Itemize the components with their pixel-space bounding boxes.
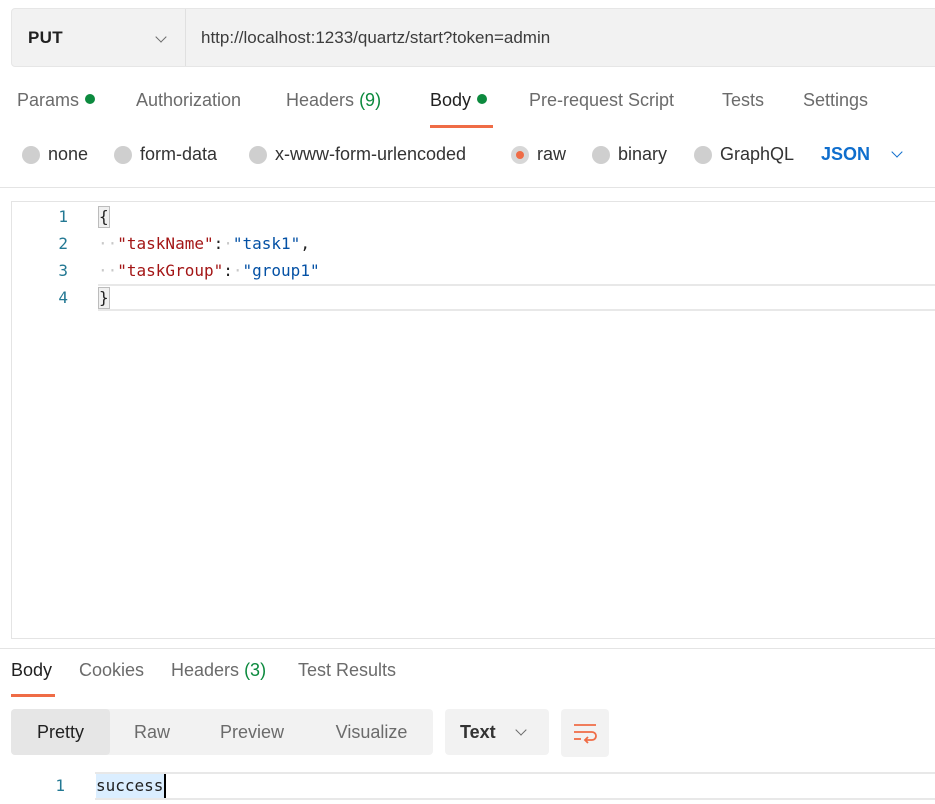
view-visualize-button[interactable]: Visualize <box>310 709 433 755</box>
radio-binary-label: binary <box>618 144 668 164</box>
tab-tests-label: Tests <box>722 90 765 110</box>
language-label: JSON <box>821 144 871 164</box>
radio-form-data[interactable]: form-data <box>114 144 217 165</box>
chevron-down-icon <box>155 31 167 43</box>
params-status-dot <box>85 94 96 104</box>
open-brace: { <box>98 206 110 228</box>
request-bar: PUT http://localhost:1233/quartz/start?t… <box>11 8 935 67</box>
response-tab-cookies-label: Cookies <box>79 660 145 680</box>
view-pretty-button[interactable]: Pretty <box>11 709 110 755</box>
line-number: 1 <box>55 776 65 795</box>
line-code: ··"taskName":·"task1", <box>98 234 310 253</box>
radio-urlencoded-label: x-www-form-urlencoded <box>275 144 467 164</box>
active-tab-underline <box>11 694 55 697</box>
tab-settings-label: Settings <box>803 90 869 110</box>
line-number: 4 <box>58 288 68 307</box>
response-text: success <box>96 774 167 798</box>
radio-none-label: none <box>48 144 89 164</box>
language-select[interactable]: JSON <box>821 144 903 165</box>
tab-tests[interactable]: Tests <box>722 90 764 128</box>
radio-graphql-label: GraphQL <box>720 144 795 164</box>
tab-headers-label: Headers <box>286 90 355 110</box>
radio-raw[interactable]: raw <box>511 144 566 165</box>
radio-raw-label: raw <box>537 144 567 164</box>
json-colon: : <box>223 261 233 280</box>
wrap-lines-icon <box>574 724 597 744</box>
tab-body[interactable]: Body <box>430 90 493 128</box>
radio-circle-icon <box>249 145 267 164</box>
response-tab-test-results-label: Test Results <box>298 660 397 680</box>
json-key: "taskName" <box>117 234 214 253</box>
radio-graphql[interactable]: GraphQL <box>694 144 794 165</box>
section-divider <box>0 648 935 649</box>
chevron-down-icon <box>515 724 527 736</box>
section-divider <box>0 187 935 188</box>
radio-circle-icon <box>114 145 132 164</box>
radio-form-data-label: form-data <box>140 144 218 164</box>
radio-selected-icon <box>511 145 529 164</box>
json-value: "group1" <box>242 261 320 280</box>
method-select[interactable]: PUT <box>12 9 186 66</box>
chevron-down-icon <box>891 146 903 158</box>
editor-line-current: 4 } <box>12 284 935 311</box>
editor-line: 2 ··"taskName":·"task1", <box>12 230 935 257</box>
editor-line: 3 ··"taskGroup":·"group1" <box>12 257 935 284</box>
response-tab-cookies[interactable]: Cookies <box>79 660 144 697</box>
tab-prerequest-label: Pre-request Script <box>529 90 675 110</box>
response-tab-headers-label: Headers <box>171 660 240 680</box>
response-headers-count: (3) <box>244 660 267 680</box>
line-number: 3 <box>58 261 68 280</box>
method-label: PUT <box>28 27 63 47</box>
response-view-segmented: Pretty Raw Preview Visualize <box>11 709 433 755</box>
radio-binary[interactable]: binary <box>592 144 667 165</box>
radio-circle-icon <box>592 145 610 164</box>
current-line-highlight <box>98 284 935 311</box>
tab-body-label: Body <box>430 90 472 110</box>
radio-circle-icon <box>22 145 40 164</box>
active-tab-underline <box>430 125 493 128</box>
json-key: "taskGroup" <box>117 261 224 280</box>
response-body-editor[interactable]: 1 success <box>0 772 935 800</box>
headers-count: (9) <box>359 90 382 110</box>
radio-none[interactable]: none <box>22 144 88 165</box>
current-line-highlight <box>95 772 935 800</box>
request-body-editor[interactable]: 1 { 2 ··"taskName":·"task1", 3 ··"taskGr… <box>11 201 935 639</box>
editor-line: 1 { <box>12 203 935 230</box>
json-comma: , <box>300 234 310 253</box>
response-format-select[interactable]: Text <box>445 709 549 755</box>
json-value: "task1" <box>232 234 301 253</box>
line-number: 2 <box>58 234 68 253</box>
response-tab-test-results[interactable]: Test Results <box>298 660 396 697</box>
response-tab-body-label: Body <box>11 660 53 680</box>
radio-urlencoded[interactable]: x-www-form-urlencoded <box>249 144 466 165</box>
line-number: 1 <box>58 207 68 226</box>
tab-settings[interactable]: Settings <box>803 90 868 128</box>
wrap-lines-button[interactable] <box>561 709 609 757</box>
line-code: ··"taskGroup":·"group1" <box>98 261 320 280</box>
close-brace: } <box>98 287 110 309</box>
line-code: { <box>98 203 110 230</box>
response-tab-body[interactable]: Body <box>11 660 55 697</box>
response-tab-headers[interactable]: Headers (3) <box>171 660 266 697</box>
line-code: } <box>98 284 110 311</box>
tab-params-label: Params <box>17 90 80 110</box>
body-status-dot <box>477 94 488 104</box>
json-colon: : <box>213 234 224 253</box>
tab-authorization-label: Authorization <box>136 90 242 110</box>
tab-authorization[interactable]: Authorization <box>136 90 241 128</box>
view-preview-button[interactable]: Preview <box>194 709 310 755</box>
url-input[interactable]: http://localhost:1233/quartz/start?token… <box>186 9 935 66</box>
tab-headers[interactable]: Headers (9) <box>286 90 381 128</box>
tab-prerequest-script[interactable]: Pre-request Script <box>529 90 674 128</box>
view-raw-button[interactable]: Raw <box>110 709 194 755</box>
tab-params[interactable]: Params <box>17 90 96 128</box>
radio-circle-icon <box>694 145 712 164</box>
response-format-label: Text <box>460 721 496 742</box>
